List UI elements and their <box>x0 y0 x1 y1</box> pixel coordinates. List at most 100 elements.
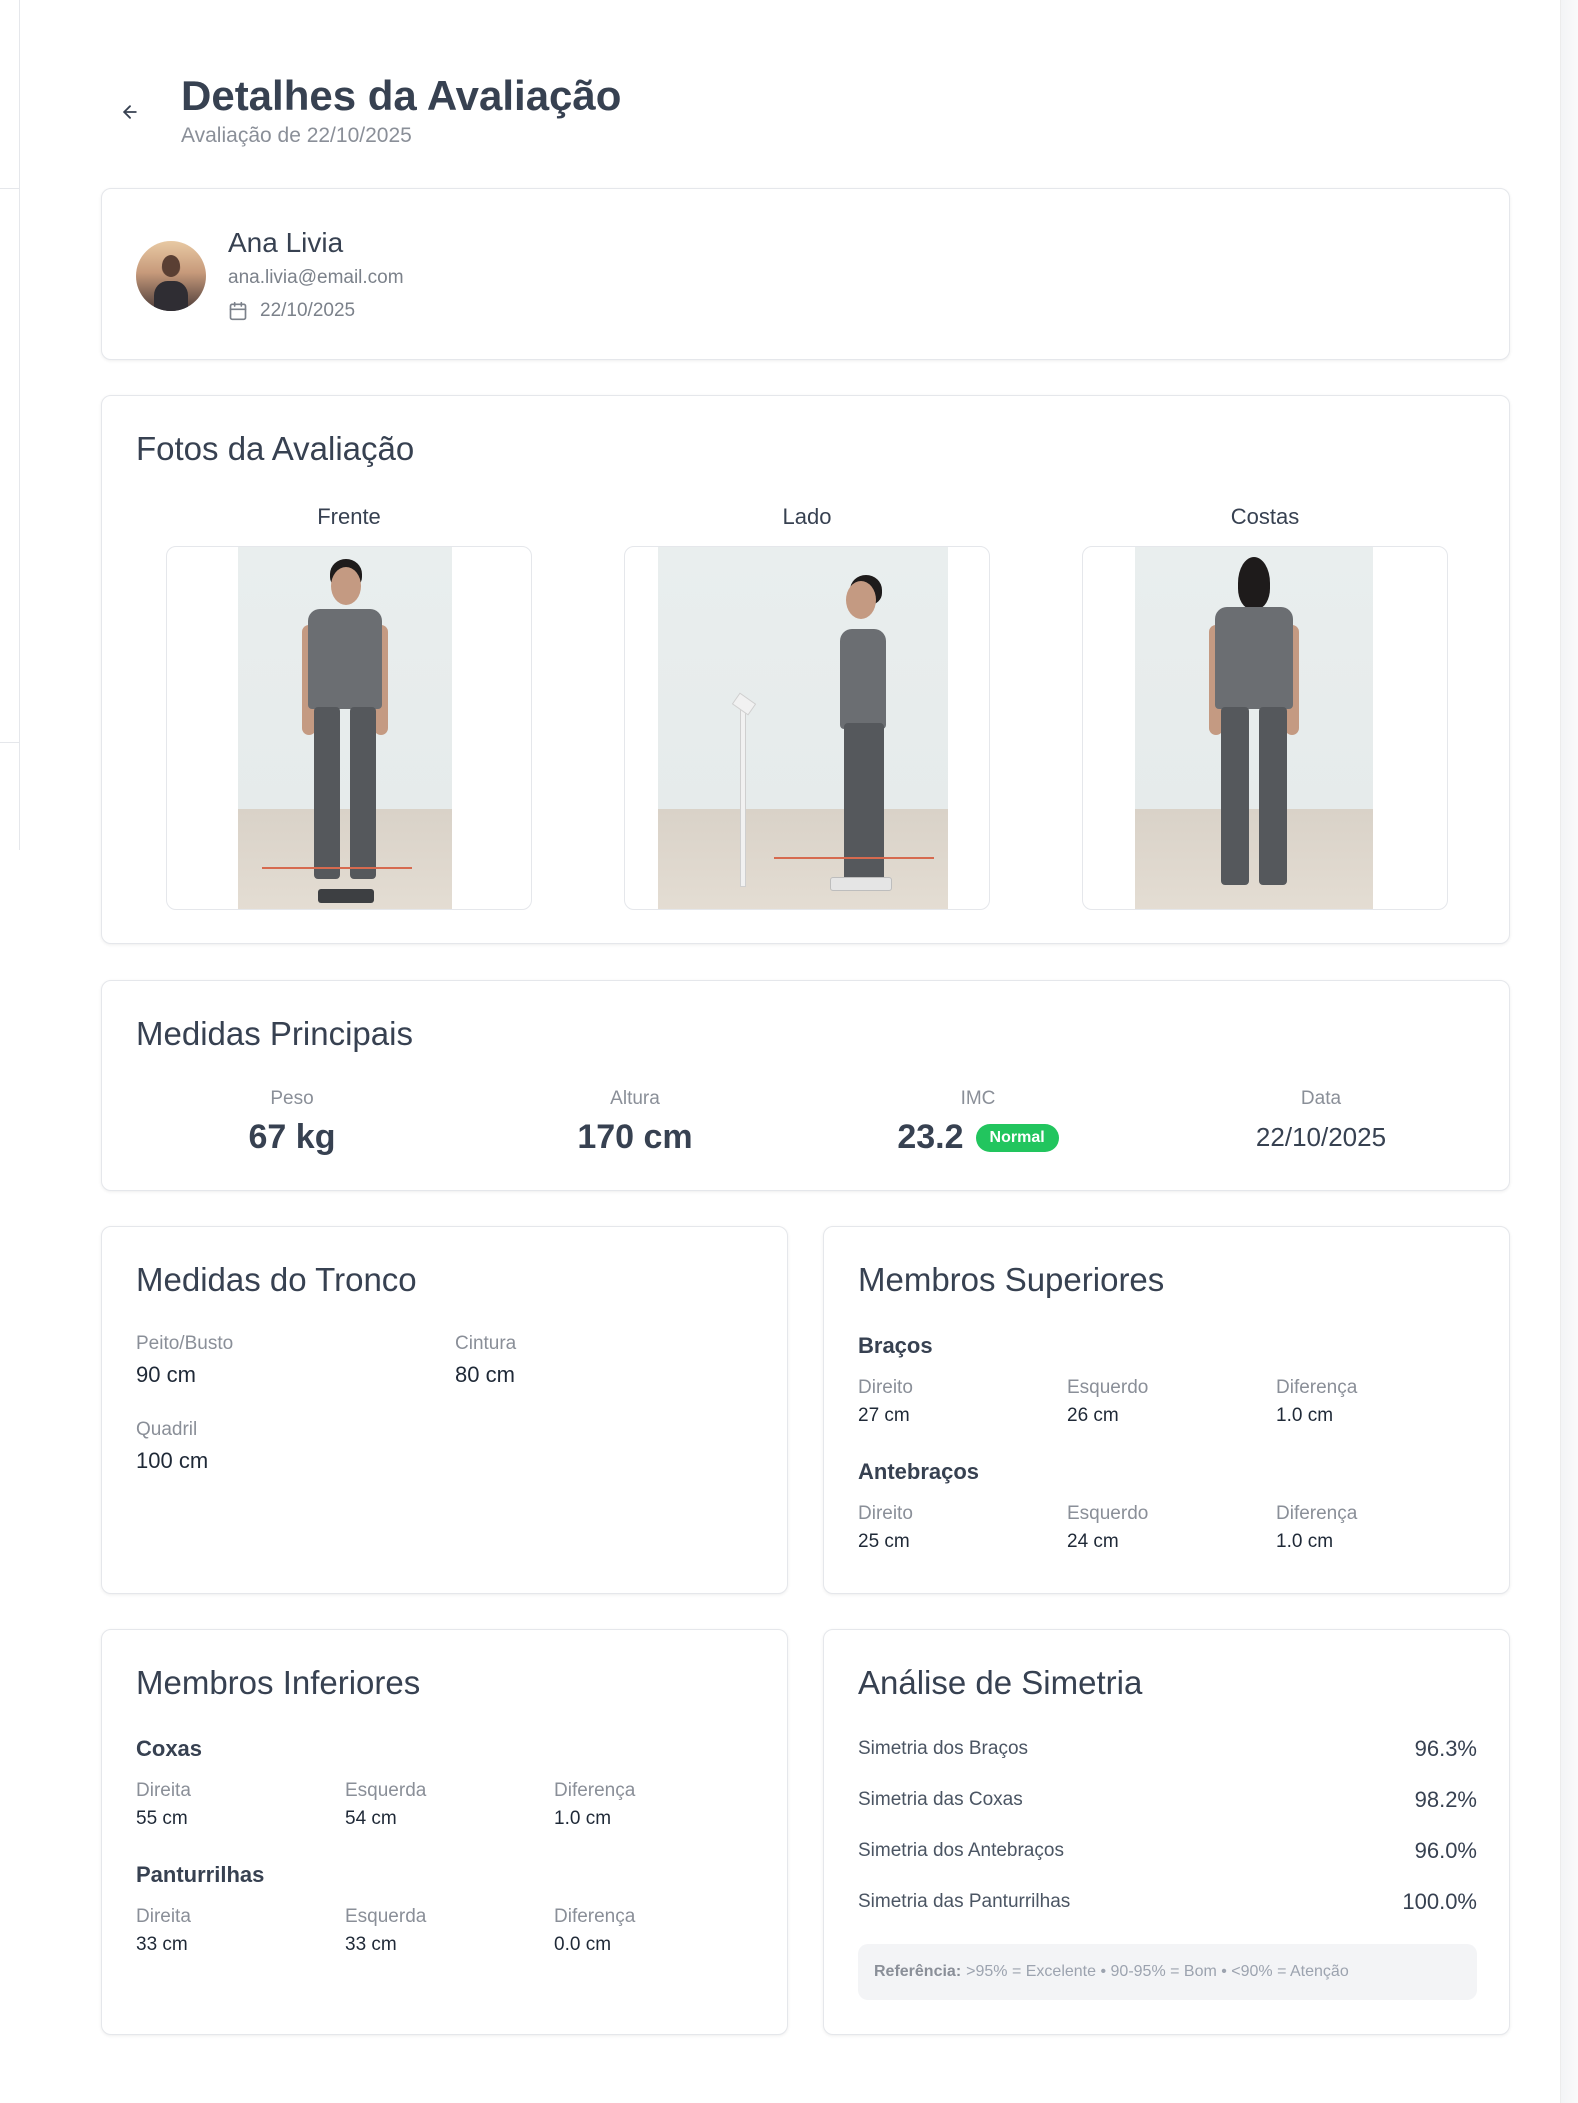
sidebar-divider <box>0 188 20 189</box>
arm-right-label: Direito <box>858 1377 913 1398</box>
calf-left-value: 33 cm <box>345 1934 397 1955</box>
hip-value: 100 cm <box>136 1448 209 1473</box>
page-title: Detalhes da Avaliação <box>181 72 622 119</box>
height-value: 170 cm <box>577 1118 693 1156</box>
thigh-left-field: Esquerda 54 cm <box>345 1780 426 1830</box>
forearm-right-value: 25 cm <box>858 1531 910 1552</box>
hip-field: Quadril 100 cm <box>136 1419 208 1474</box>
thighs-subtitle: Coxas <box>136 1736 203 1761</box>
reference-text: >95% = Excelente • 90-95% = Bom • <90% =… <box>966 1963 1349 1980</box>
symmetry-value: 96.3% <box>1414 1736 1477 1761</box>
symmetry-value: 98.2% <box>1414 1787 1477 1812</box>
arm-right-field: Direito 27 cm <box>858 1377 913 1427</box>
forearm-left-field: Esquerdo 24 cm <box>1067 1503 1148 1553</box>
card-title: Análise de Simetria <box>858 1664 1143 1701</box>
photo-side-image <box>658 547 948 909</box>
weight-label: Peso <box>270 1088 314 1109</box>
photo-label-front: Frente <box>317 504 381 529</box>
symmetry-name: Simetria dos Antebraços <box>858 1840 1064 1861</box>
avatar <box>136 241 206 311</box>
calf-left-label: Esquerda <box>345 1906 427 1927</box>
evaluation-date: 22/10/2025 <box>260 300 356 321</box>
waist-field: Cintura 80 cm <box>455 1333 516 1388</box>
sidebar-divider <box>0 742 20 743</box>
date-label: Data <box>1300 1088 1342 1109</box>
arm-left-value: 26 cm <box>1067 1405 1119 1426</box>
forearm-right-field: Direito 25 cm <box>858 1503 913 1553</box>
chest-field: Peito/Busto 90 cm <box>136 1333 233 1388</box>
symmetry-name: Simetria dos Braços <box>858 1738 1029 1759</box>
calf-right-value: 33 cm <box>136 1934 188 1955</box>
chest-label: Peito/Busto <box>136 1333 234 1354</box>
arm-diff-label: Diferença <box>1276 1377 1358 1398</box>
symmetry-reference: Referência: >95% = Excelente • 90-95% = … <box>858 1944 1477 2000</box>
bmi-label: IMC <box>960 1088 996 1109</box>
card-title: Medidas do Tronco <box>136 1261 417 1298</box>
evaluation-photos-card: Fotos da Avaliação Frente Lado Costas <box>101 395 1510 944</box>
waist-value: 80 cm <box>455 1362 515 1387</box>
evaluation-date-row: 22/10/2025 <box>228 299 355 323</box>
calves-subtitle: Panturrilhas <box>136 1862 265 1887</box>
arm-left-field: Esquerdo 26 cm <box>1067 1377 1148 1427</box>
card-title: Fotos da Avaliação <box>136 430 415 467</box>
forearm-diff-field: Diferença 1.0 cm <box>1276 1503 1357 1553</box>
date-value: 22/10/2025 <box>1255 1122 1387 1152</box>
arm-left-label: Esquerdo <box>1067 1377 1149 1398</box>
photo-front[interactable] <box>166 546 532 910</box>
symmetry-row: Simetria dos Antebraços 96.0% <box>858 1838 1477 1868</box>
back-button[interactable] <box>110 92 150 132</box>
card-title: Medidas Principais <box>136 1015 413 1052</box>
thigh-right-label: Direita <box>136 1780 191 1801</box>
symmetry-row: Simetria das Coxas 98.2% <box>858 1787 1477 1817</box>
main-measures-card: Medidas Principais Peso 67 kg Altura 170… <box>101 980 1510 1191</box>
calf-diff-value: 0.0 cm <box>554 1934 612 1955</box>
calf-right-label: Direita <box>136 1906 191 1927</box>
arm-diff-field: Diferença 1.0 cm <box>1276 1377 1357 1427</box>
thigh-diff-label: Diferença <box>554 1780 636 1801</box>
photo-side[interactable] <box>624 546 990 910</box>
height-label: Altura <box>610 1088 660 1109</box>
photo-back[interactable] <box>1082 546 1448 910</box>
symmetry-name: Simetria das Coxas <box>858 1789 1023 1810</box>
weight-value: 67 kg <box>248 1118 336 1156</box>
calendar-icon <box>229 301 247 321</box>
symmetry-row: Simetria dos Braços 96.3% <box>858 1736 1477 1766</box>
thigh-left-label: Esquerda <box>345 1780 427 1801</box>
arm-right-value: 27 cm <box>858 1405 910 1426</box>
arm-diff-value: 1.0 cm <box>1276 1405 1334 1426</box>
waist-label: Cintura <box>455 1333 517 1354</box>
calf-right-field: Direita 33 cm <box>136 1906 191 1956</box>
forearms-subtitle: Antebraços <box>858 1459 980 1484</box>
client-profile-card: Ana Livia ana.livia@email.com 22/10/2025 <box>101 188 1510 360</box>
arms-subtitle: Braços <box>858 1333 933 1358</box>
bmi-stat: IMC 23.2 Normal <box>828 1088 1128 1157</box>
photo-label-side: Lado <box>782 504 832 529</box>
bmi-value: 23.2 <box>897 1118 964 1156</box>
page-header: Detalhes da Avaliação Avaliação de 22/10… <box>110 68 1510 158</box>
forearm-left-label: Esquerdo <box>1067 1503 1149 1524</box>
lower-limbs-card: Membros Inferiores Coxas Direita 55 cm E… <box>101 1629 788 2035</box>
thigh-right-field: Direita 55 cm <box>136 1780 191 1830</box>
upper-limbs-card: Membros Superiores Braços Direito 27 cm … <box>823 1226 1510 1594</box>
card-title: Membros Inferiores <box>136 1664 421 1701</box>
symmetry-analysis-card: Análise de Simetria Simetria dos Braços … <box>823 1629 1510 2035</box>
thigh-diff-value: 1.0 cm <box>554 1808 612 1829</box>
photo-label-back: Costas <box>1230 504 1300 529</box>
calf-diff-label: Diferença <box>554 1906 636 1927</box>
calf-diff-field: Diferença 0.0 cm <box>554 1906 635 1956</box>
forearm-diff-label: Diferença <box>1276 1503 1358 1524</box>
chest-value: 90 cm <box>136 1362 196 1387</box>
symmetry-name: Simetria das Panturrilhas <box>858 1891 1071 1912</box>
thigh-right-value: 55 cm <box>136 1808 188 1829</box>
symmetry-row: Simetria das Panturrilhas 100.0% <box>858 1889 1477 1919</box>
sidebar-edge <box>0 0 20 850</box>
forearm-left-value: 24 cm <box>1067 1531 1119 1552</box>
card-title: Membros Superiores <box>858 1261 1165 1298</box>
bmi-status-badge: Normal <box>975 1123 1059 1152</box>
hip-label: Quadril <box>136 1419 198 1440</box>
arrow-left-icon <box>123 105 137 119</box>
client-name: Ana Livia <box>228 227 344 258</box>
trunk-measures-card: Medidas do Tronco Peito/Busto 90 cm Cint… <box>101 1226 788 1594</box>
photo-front-image <box>238 547 452 909</box>
calf-left-field: Esquerda 33 cm <box>345 1906 426 1956</box>
